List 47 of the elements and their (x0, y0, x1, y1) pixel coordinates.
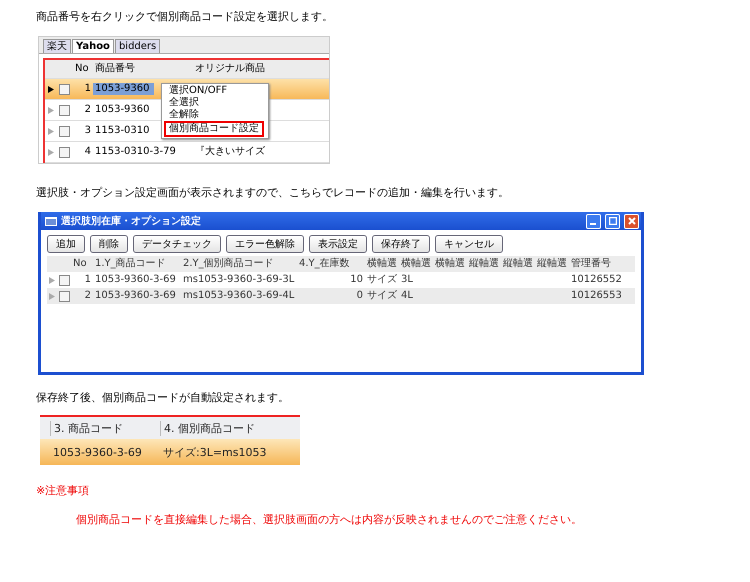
column-header: 4. 個別商品コード (160, 420, 300, 436)
instruction-text: 保存終了後、個別商品コードが自動設定されます。 (36, 391, 289, 405)
column-header: No (72, 257, 88, 271)
table-cell-text: 2 (84, 104, 92, 116)
table-cell-text: 0 (356, 289, 364, 303)
table-cell-text: 10126552 (570, 273, 623, 287)
column-header: 4.Y_在庫数 (298, 257, 351, 271)
table-cell-text: 1053-9360-3-69 (52, 446, 143, 458)
column-header: 縦軸選 (536, 257, 568, 271)
table-cell-text: ms1053-9360-3-69-3L (182, 273, 296, 287)
column-header: 横軸選 (434, 257, 466, 271)
column-header: 3. 商品コード (50, 420, 160, 436)
table-cell-text: 1053-9360 (94, 104, 151, 116)
table-cell-text: 1053-9360-3-69 (94, 273, 177, 287)
column-header: 縦軸選 (502, 257, 534, 271)
table-cell-text: 1 (84, 83, 92, 95)
table-cell-text: ms1053-9360-3-69-4L (182, 289, 296, 303)
column-header: 横軸選 (400, 257, 432, 271)
table-cell: 1053-9360 (93, 83, 154, 95)
column-header: 縦軸選 (468, 257, 500, 271)
column-header: 横軸選 (366, 257, 398, 271)
column-header: 管理番号 (570, 257, 612, 271)
table-cell-text: 1153-0310-3-79 (94, 146, 177, 158)
notice-heading: ※注意事項 (36, 483, 90, 498)
table-cell-text: 1053-9360-3-69 (94, 289, 177, 303)
notice-text: 個別商品コードを直接編集した場合、選択肢画面の方へは内容が反映されませんのでご注意ください。 (76, 512, 582, 527)
column-header: 商品番号 (94, 63, 136, 75)
table-cell-text: 10 (349, 273, 364, 287)
table-cell-text: サイズ (366, 273, 398, 287)
column-header: 2.Y_個別商品コード (182, 257, 275, 271)
instruction-text: 商品番号を右クリックで個別商品コード設定を選択します。 (36, 10, 333, 24)
instruction-text: 選択肢・オプション設定画面が表示されますので、こちらでレコードの追加・編集を行います。 (36, 186, 509, 200)
table-cell-text: 2 (84, 289, 92, 303)
table-cell-text: 3L (400, 273, 414, 287)
column-header: No (74, 63, 90, 75)
table-cell-text: 1153-0310 (94, 125, 151, 137)
table-cell-text: 1 (84, 273, 92, 287)
table-cell-text: 3 (84, 125, 92, 137)
table-cell-text: 4 (84, 146, 92, 158)
window-title: 選択肢別在庫・オプション設定 (61, 214, 202, 228)
column-header: オリジナル商品 (194, 63, 266, 75)
table-cell-text: 4L (400, 289, 414, 303)
table-cell-text: 『大きいサイズ (194, 146, 266, 158)
column-header: 1.Y_商品コード (94, 257, 167, 271)
table-cell-text: サイズ:3L=ms1053 (162, 444, 268, 460)
table-cell-text: サイズ (366, 289, 398, 303)
table-cell-text: 10126553 (570, 289, 623, 303)
